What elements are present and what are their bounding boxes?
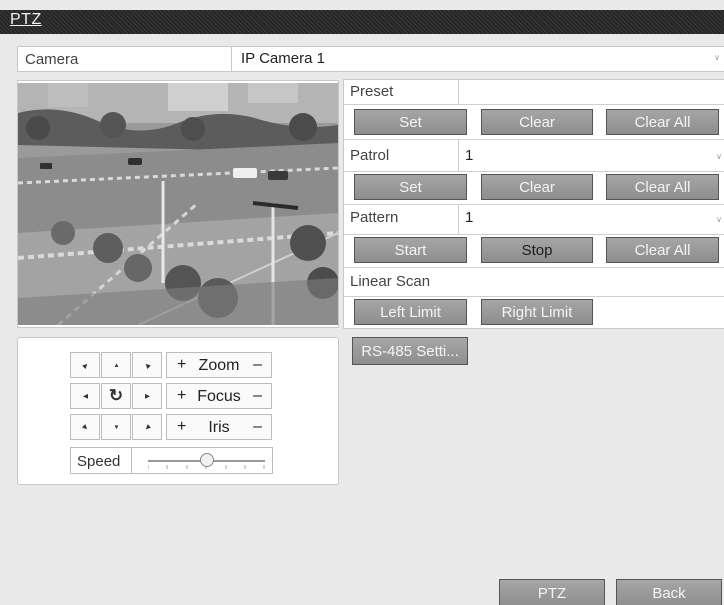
ptz-settings-panel: Preset Set Clear Clear All Patrol 1 ∨ Se… (343, 79, 724, 329)
auto-pan-icon: ↻ (108, 386, 124, 405)
pattern-label: Pattern (350, 209, 399, 226)
live-video-preview (17, 80, 339, 328)
right-arrow-button[interactable]: ▶ (132, 383, 162, 409)
divider (344, 104, 724, 105)
auto-pan-button[interactable]: ↻ (101, 383, 131, 409)
pattern-select[interactable]: 1 (465, 209, 473, 226)
divider (458, 80, 459, 104)
zoom-control: + Zoom – (166, 352, 272, 378)
ptz-button[interactable]: PTZ (499, 579, 605, 605)
divider (344, 267, 724, 268)
arrow-down-left-icon: ▶ (81, 422, 90, 431)
window-title: PTZ (10, 11, 42, 28)
focus-control: + Focus – (166, 383, 272, 409)
camera-value: IP Camera 1 (241, 50, 325, 67)
title-bar: PTZ (0, 10, 724, 34)
pattern-start-button[interactable]: Start (354, 237, 467, 263)
arrow-up-left-icon: ▶ (80, 360, 89, 369)
preset-clear-button[interactable]: Clear (481, 109, 593, 135)
iris-control: + Iris – (166, 414, 272, 440)
pattern-stop-button[interactable]: Stop (481, 237, 593, 263)
ptz-control-pad: ▶ ▲ ◀ ◀ ↻ ▶ ▶ ▼ ◀ + Zoom – + Focus – + I… (17, 337, 339, 485)
down-right-arrow-button[interactable]: ◀ (132, 414, 162, 440)
divider (458, 139, 459, 171)
zoom-out-button[interactable]: – (253, 356, 262, 374)
patrol-label: Patrol (350, 147, 390, 164)
focus-far-button[interactable]: – (253, 387, 262, 405)
camera-selector[interactable]: Camera IP Camera 1 ∨ (17, 46, 724, 72)
pattern-clear-all-button[interactable]: Clear All (606, 237, 719, 263)
down-left-arrow-button[interactable]: ▶ (70, 414, 100, 440)
speed-slider-row: Speed (70, 447, 273, 474)
patrol-set-button[interactable]: Set (354, 174, 467, 200)
preset-clear-all-button[interactable]: Clear All (606, 109, 719, 135)
speed-slider-knob[interactable] (199, 453, 214, 467)
arrow-up-right-icon: ◀ (143, 360, 152, 369)
arrow-left-icon: ◀ (82, 392, 88, 400)
up-arrow-button[interactable]: ▲ (101, 352, 131, 378)
divider (344, 296, 724, 297)
video-frame-image (18, 83, 338, 325)
arrow-up-icon: ▲ (112, 361, 120, 369)
divider (231, 47, 232, 71)
left-limit-button[interactable]: Left Limit (354, 299, 467, 325)
arrow-down-right-icon: ◀ (142, 422, 151, 431)
up-left-arrow-button[interactable]: ▶ (70, 352, 100, 378)
arrow-down-icon: ▼ (112, 423, 120, 431)
chevron-down-icon: ∨ (714, 53, 720, 62)
divider (344, 204, 724, 205)
down-arrow-button[interactable]: ▼ (101, 414, 131, 440)
chevron-down-icon: ∨ (716, 152, 722, 161)
chevron-down-icon: ∨ (716, 215, 722, 224)
ptz-window: PTZ Camera IP Camera 1 ∨ ▶ ▲ ◀ ◀ ↻ ▶ ▶ ▼… (0, 0, 724, 605)
preset-label: Preset (350, 83, 394, 100)
linear-scan-label: Linear Scan (350, 273, 431, 290)
patrol-select[interactable]: 1 (465, 147, 473, 164)
divider (344, 234, 724, 235)
camera-label: Camera (25, 51, 79, 68)
rs485-settings-button[interactable]: RS-485 Setti... (352, 337, 468, 365)
speed-label: Speed (77, 453, 121, 470)
patrol-clear-button[interactable]: Clear (481, 174, 593, 200)
left-arrow-button[interactable]: ◀ (70, 383, 100, 409)
back-button[interactable]: Back (616, 579, 722, 605)
divider (458, 204, 459, 234)
divider (344, 171, 724, 172)
patrol-clear-all-button[interactable]: Clear All (606, 174, 719, 200)
right-limit-button[interactable]: Right Limit (481, 299, 593, 325)
up-right-arrow-button[interactable]: ◀ (132, 352, 162, 378)
divider (344, 139, 724, 140)
arrow-right-icon: ▶ (144, 392, 150, 400)
preset-set-button[interactable]: Set (354, 109, 467, 135)
divider (131, 448, 132, 473)
iris-close-button[interactable]: – (253, 418, 262, 436)
